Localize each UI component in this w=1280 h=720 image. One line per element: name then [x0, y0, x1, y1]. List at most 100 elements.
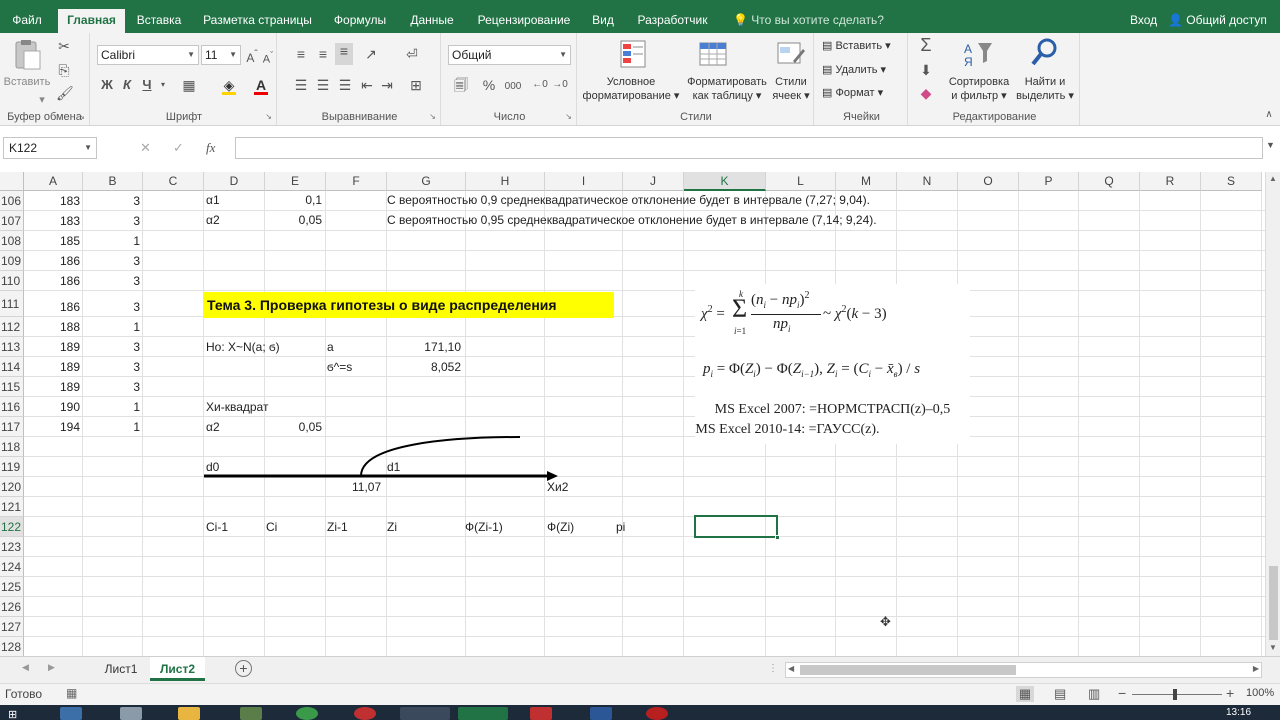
cell-f113[interactable]: a [327, 338, 334, 357]
cell-g106[interactable]: С вероятностью 0,9 среднеквадратическое … [387, 191, 870, 210]
increase-indent-icon[interactable]: ⇥ [379, 77, 395, 93]
horizontal-scrollbar[interactable]: ◀ ▶ [785, 662, 1262, 678]
number-launcher-icon[interactable]: ↘ [565, 112, 572, 121]
row-header-123[interactable]: 123 [0, 537, 24, 557]
row-header-111[interactable]: 111 [0, 291, 24, 317]
row-header-107[interactable]: 107 [0, 211, 24, 231]
borders-icon[interactable]: ▦ [180, 77, 198, 93]
row-header-120[interactable]: 120 [0, 477, 24, 497]
insert-function-icon[interactable]: fx [206, 137, 215, 159]
cell-g122[interactable]: Zi [387, 518, 397, 537]
sheet-tab-2[interactable]: Лист2 [150, 657, 205, 681]
paste-button[interactable]: Вставить [2, 75, 52, 89]
column-header-m[interactable]: M [836, 172, 897, 191]
cell-a113[interactable]: 189 [24, 338, 80, 357]
fill-handle[interactable] [775, 535, 780, 540]
cell-a111[interactable]: 186 [24, 298, 80, 317]
cell-f120[interactable]: 11,07 [352, 478, 381, 497]
align-bottom-icon[interactable]: ≡ [335, 43, 353, 65]
cell-h120[interactable]: Хи2 [547, 478, 568, 497]
cell-d119[interactable]: d0 [206, 458, 219, 477]
cell-e122[interactable]: Ci [266, 518, 277, 537]
sheet-tab-1[interactable]: Лист1 [95, 657, 147, 681]
share-button[interactable]: 👤 Общий доступ [1168, 9, 1267, 31]
vertical-scrollbar[interactable]: ▲ ▼ [1265, 172, 1280, 656]
cell-a107[interactable]: 183 [24, 212, 80, 231]
align-right-icon[interactable]: ☰ [337, 77, 353, 93]
number-format-select[interactable]: Общий ▼ [448, 45, 571, 65]
cell-d106[interactable]: α1 [206, 191, 220, 210]
conditional-formatting-button[interactable]: Условное форматирование ▾ [581, 75, 681, 103]
tab-view[interactable]: Вид [585, 9, 621, 33]
cell-a106[interactable]: 183 [24, 192, 80, 211]
cell-a110[interactable]: 186 [24, 272, 80, 291]
taskbar-app-icon[interactable] [400, 707, 450, 720]
cell-e106[interactable]: 0,1 [265, 191, 322, 210]
cell-a109[interactable]: 186 [24, 252, 80, 271]
row-header-118[interactable]: 118 [0, 437, 24, 457]
taskbar-app-icon[interactable] [120, 707, 142, 720]
clear-icon[interactable]: ◆ [916, 85, 936, 101]
row-header-128[interactable]: 128 [0, 637, 24, 656]
vertical-scroll-thumb[interactable] [1269, 566, 1278, 640]
tab-page-layout[interactable]: Разметка страницы [195, 9, 320, 33]
cell-d122[interactable]: Ci-1 [206, 518, 228, 537]
currency-icon[interactable]: 🗐 [451, 77, 471, 93]
selected-cell-k122[interactable] [694, 515, 780, 540]
cell-a112[interactable]: 188 [24, 318, 80, 337]
sort-filter-button[interactable]: Сортировка и фильтр ▾ [944, 75, 1014, 103]
row-header-125[interactable]: 125 [0, 577, 24, 597]
scroll-down-icon[interactable]: ▼ [1269, 643, 1277, 652]
scroll-up-icon[interactable]: ▲ [1269, 174, 1277, 183]
row-header-113[interactable]: 113 [0, 337, 24, 357]
worksheet-grid[interactable]: ABCDEFGHIJKLMNOPQRS 106 107 108 109 110 111 11… [0, 172, 1265, 656]
row-header-127[interactable]: 127 [0, 617, 24, 637]
tab-developer[interactable]: Разработчик [630, 9, 715, 33]
underline-button[interactable]: Ч [140, 77, 154, 93]
autosum-icon[interactable]: Σ [916, 36, 936, 54]
format-as-table-button[interactable]: Форматировать как таблицу ▾ [682, 75, 772, 103]
taskbar-app-icon[interactable] [530, 707, 552, 720]
zoom-out-icon[interactable]: − [1118, 685, 1126, 701]
cell-a108[interactable]: 185 [24, 232, 80, 251]
tab-home[interactable]: Главная [58, 9, 125, 33]
formula-input[interactable] [235, 137, 1263, 159]
column-header-j[interactable]: J [623, 172, 684, 191]
cell-f122[interactable]: Zi-1 [327, 518, 348, 537]
add-sheet-icon[interactable]: + [235, 660, 252, 677]
horizontal-scroll-thumb[interactable] [800, 665, 1016, 675]
excel-taskbar-icon[interactable] [458, 707, 508, 720]
zoom-slider-thumb[interactable] [1173, 689, 1177, 700]
taskbar-app-icon[interactable] [60, 707, 82, 720]
sign-in-link[interactable]: Вход [1130, 9, 1157, 31]
tab-data[interactable]: Данные [400, 9, 464, 33]
tab-formulas[interactable]: Формулы [325, 9, 395, 33]
cell-d117[interactable]: α2 [206, 418, 220, 437]
column-header-r[interactable]: R [1140, 172, 1201, 191]
row-header-114[interactable]: 114 [0, 357, 24, 377]
column-header-d[interactable]: D [204, 172, 265, 191]
cut-icon[interactable]: ✂ [56, 38, 72, 54]
scroll-left-icon[interactable]: ◀ [788, 664, 794, 673]
row-header-115[interactable]: 115 [0, 377, 24, 397]
align-top-icon[interactable]: ≡ [293, 46, 309, 62]
column-header-s[interactable]: S [1201, 172, 1262, 191]
taskbar-app-icon[interactable] [240, 707, 262, 720]
cell-g114[interactable]: 8,052 [386, 358, 461, 377]
tab-review[interactable]: Рецензирование [470, 9, 578, 33]
column-header-n[interactable]: N [897, 172, 958, 191]
cell-f114[interactable]: ϭ^=s [327, 358, 352, 377]
page-layout-view-icon[interactable]: ▤ [1054, 686, 1066, 702]
tab-file[interactable]: Файл [0, 9, 54, 33]
fill-icon[interactable]: ⬇ [916, 62, 936, 78]
column-header-c[interactable]: C [143, 172, 204, 191]
cell-b110[interactable]: 3 [83, 272, 140, 291]
cell-a117[interactable]: 194 [24, 418, 80, 437]
cell-g107[interactable]: С вероятностью 0,95 среднеквадратическое… [387, 211, 877, 230]
row-header-109[interactable]: 109 [0, 251, 24, 271]
cell-a114[interactable]: 189 [24, 358, 80, 377]
formula-picture[interactable]: χ2 = Σ k i=1 (ni − npi)2 npi ~ χ2(k − 3)… [695, 284, 970, 444]
cell-h122[interactable]: Ф(Zi-1) [465, 518, 503, 537]
cell-e117[interactable]: 0,05 [265, 418, 322, 437]
clipboard-launcher-icon[interactable]: ↘ [78, 112, 85, 121]
